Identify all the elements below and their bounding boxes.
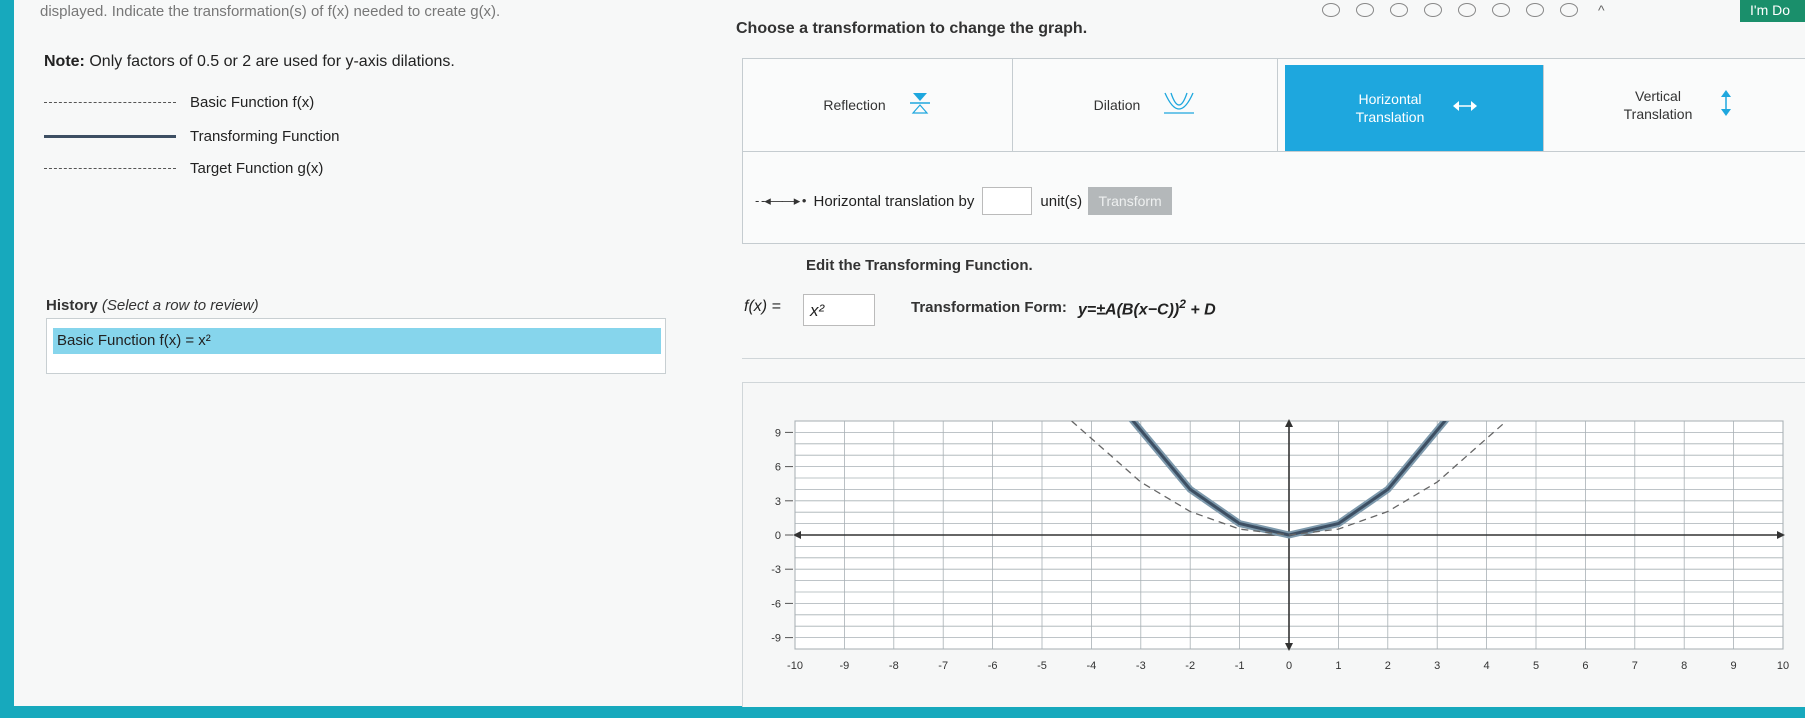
step-dot[interactable]	[1322, 3, 1340, 17]
tab-dilation[interactable]: Dilation	[1013, 59, 1278, 151]
x-tick-label: -4	[1087, 660, 1097, 672]
instruction-text: displayed. Indicate the transformation(s…	[40, 3, 501, 20]
horizontal-arrows-icon	[1452, 99, 1478, 117]
x-tick-label: -5	[1037, 660, 1047, 672]
history-hint: (Select a row to review)	[101, 297, 259, 314]
transforming-function-input[interactable]: x²	[803, 294, 875, 326]
legend-dashed-line	[44, 102, 176, 103]
x-tick-label: -10	[787, 660, 803, 672]
tab-reflection[interactable]: Reflection	[743, 59, 1013, 151]
note-text: Note: Only factors of 0.5 or 2 are used …	[44, 53, 455, 71]
legend-target-function: Target Function g(x)	[44, 160, 323, 177]
done-button[interactable]: I'm Do	[1740, 0, 1805, 22]
legend-transforming-function: Transforming Function	[44, 128, 340, 145]
section-divider	[742, 358, 1805, 359]
window-frame-bottom	[0, 706, 1805, 718]
fx-label: f(x) =	[744, 298, 781, 315]
tab-label: Vertical Translation	[1623, 88, 1693, 122]
x-tick-label: -1	[1235, 660, 1245, 672]
legend-label: Basic Function f(x)	[190, 94, 315, 111]
x-tick-label: 6	[1582, 660, 1588, 672]
y-tick-label: 3	[775, 496, 781, 508]
step-dot[interactable]	[1458, 3, 1476, 17]
transform-button[interactable]: Transform	[1088, 187, 1173, 215]
x-tick-label: 10	[1777, 660, 1789, 672]
note-body: Only factors of 0.5 or 2 are used for y-…	[89, 53, 455, 70]
note-label: Note:	[44, 53, 85, 70]
chevron-up-icon[interactable]: ^	[1598, 2, 1605, 18]
history-list: Basic Function f(x) = x²	[46, 318, 666, 374]
panel-divider	[743, 151, 1805, 152]
vertical-arrows-icon	[1720, 89, 1732, 122]
y-tick-label: 6	[775, 462, 781, 474]
tab-horizontal-translation[interactable]: Horizontal Translation	[1285, 65, 1544, 151]
coordinate-graph[interactable]: -10 -9 -8 -7 -6 -5 -4 -3 -2 -1 0 1 2 3 4 5 6 7 8 9 109630-3-…	[743, 383, 1805, 707]
translation-row: - -◂——▸ • Horizontal translation by unit…	[755, 187, 1173, 215]
translation-text: Horizontal translation by	[813, 192, 975, 210]
history-title: History	[46, 297, 98, 314]
form-expression-main: y=±A(B(x−C))	[1078, 301, 1180, 319]
x-tick-label: 9	[1731, 660, 1737, 672]
x-tick-label: -8	[889, 660, 899, 672]
prompt-heading: Choose a transformation to change the gr…	[736, 20, 1088, 37]
y-tick-label: 9	[775, 427, 781, 439]
window-frame-left	[0, 0, 14, 718]
transformation-panel: Reflection Dilation Horizontal Translati…	[742, 58, 1805, 244]
y-tick-label: -3	[771, 564, 781, 576]
dilation-icon	[1162, 91, 1196, 120]
legend-basic-function: Basic Function f(x)	[44, 94, 314, 111]
y-tick-label: -9	[771, 633, 781, 645]
legend-label: Target Function g(x)	[190, 160, 324, 177]
x-tick-label: -9	[840, 660, 850, 672]
reflection-icon	[908, 90, 932, 121]
y-tick-label: 0	[775, 530, 781, 542]
translation-amount-input[interactable]	[982, 187, 1033, 215]
x-tick-label: 2	[1385, 660, 1391, 672]
x-tick-label: -7	[938, 660, 948, 672]
x-tick-label: -3	[1136, 660, 1146, 672]
x-tick-label: 1	[1335, 660, 1341, 672]
graph-panel: -10 -9 -8 -7 -6 -5 -4 -3 -2 -1 0 1 2 3 4 5 6 7 8 9 10 9 6 3 0 -3-…	[742, 382, 1805, 707]
step-dot[interactable]	[1560, 3, 1578, 17]
x-tick-label: 8	[1681, 660, 1687, 672]
tab-label: Reflection	[823, 97, 886, 113]
edit-heading: Edit the Transforming Function.	[806, 257, 1033, 274]
form-expression-exponent: 2	[1179, 297, 1186, 311]
legend-solid-line	[44, 135, 176, 138]
step-dot[interactable]	[1356, 3, 1374, 17]
tab-label: Dilation	[1093, 97, 1141, 113]
translation-unit: unit(s)	[1040, 192, 1083, 210]
step-indicator	[1322, 2, 1578, 18]
step-dot[interactable]	[1526, 3, 1544, 17]
transformation-form-label: Transformation Form:	[911, 299, 1067, 316]
x-tick-label: 7	[1632, 660, 1638, 672]
y-tick-label: -6	[771, 598, 781, 610]
x-tick-label: -2	[1185, 660, 1195, 672]
history-row[interactable]: Basic Function f(x) = x²	[53, 328, 661, 354]
legend-dashed-line	[44, 168, 176, 169]
x-tick-label: 4	[1484, 660, 1490, 672]
tab-label: Horizontal Translation	[1355, 91, 1425, 125]
history-heading: History (Select a row to review)	[46, 297, 259, 314]
x-tick-label: -6	[988, 660, 998, 672]
step-dot[interactable]	[1492, 3, 1510, 17]
tab-vertical-translation[interactable]: Vertical Translation	[1544, 59, 1805, 151]
x-tick-label: 3	[1434, 660, 1440, 672]
x-tick-label: 5	[1533, 660, 1539, 672]
horizontal-arrow-icon: - -◂——▸ •	[755, 193, 806, 208]
form-expression-tail: + D	[1190, 301, 1216, 319]
x-tick-label: 0	[1286, 660, 1292, 672]
transformation-form-expression: y=±A(B(x−C))2 + D	[1078, 297, 1216, 319]
step-dot[interactable]	[1390, 3, 1408, 17]
legend-label: Transforming Function	[190, 128, 340, 145]
step-dot[interactable]	[1424, 3, 1442, 17]
